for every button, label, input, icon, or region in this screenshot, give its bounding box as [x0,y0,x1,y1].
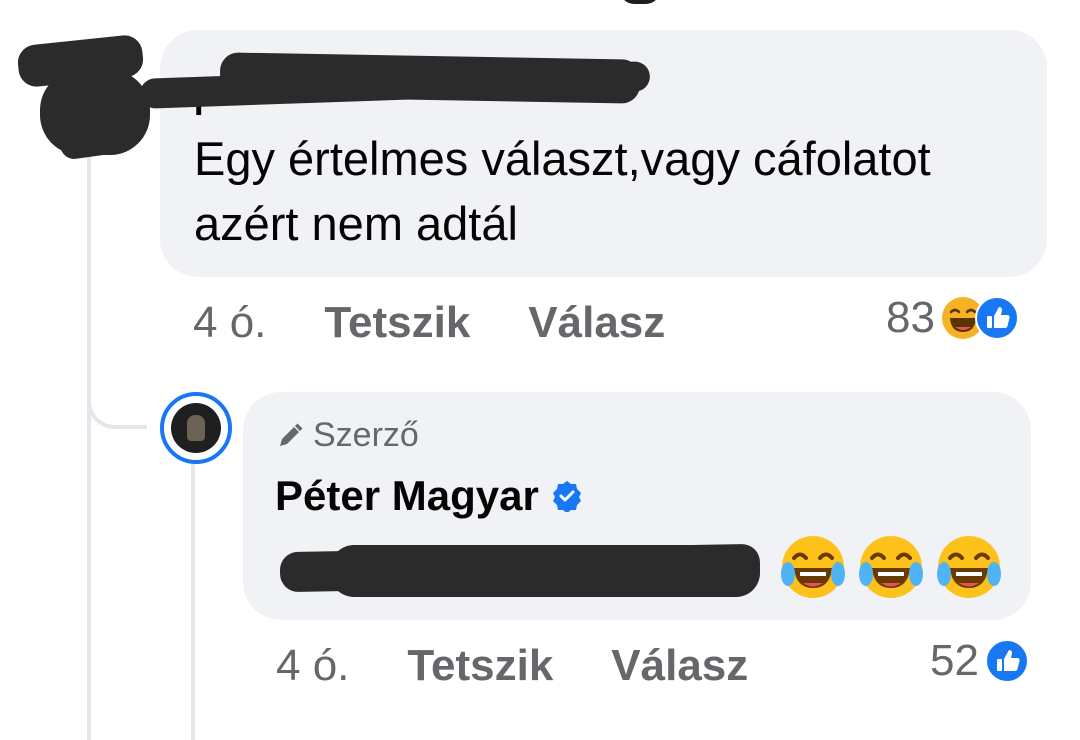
author-name-row: Péter Magyar [275,472,583,520]
reply-button[interactable]: Válasz [611,641,748,691]
like-button[interactable]: Tetszik [407,641,553,691]
tears-of-joy-emoji-icon [937,536,1001,598]
thread-line [87,150,91,740]
reply-actions: 4 ó. Tetszik Válasz [276,641,806,691]
cropped-glyph [620,0,660,4]
reply-thread-line [191,460,195,740]
comment-time[interactable]: 4 ó. [193,298,266,348]
reply-emojis [778,532,1004,602]
avatar[interactable] [160,392,232,464]
redacted-mention [330,545,760,597]
thread-connector [87,380,147,429]
reaction-count: 52 [930,636,979,685]
like-button[interactable]: Tetszik [324,298,470,348]
reply-time[interactable]: 4 ó. [276,641,349,691]
verified-badge-icon [552,481,581,512]
reaction-count: 83 [886,293,935,342]
reaction-summary[interactable]: 83 [886,293,1019,343]
tears-of-joy-emoji-icon [859,536,923,598]
avatar-image [171,403,221,453]
author-badge-label: Szerző [313,416,419,454]
author-name[interactable]: Péter Magyar [275,472,539,520]
reply-button[interactable]: Válasz [528,298,665,348]
tears-of-joy-emoji-icon [781,536,845,598]
author-badge: Szerző [275,416,419,455]
like-reaction-icon [974,296,1019,340]
redacted-name [219,52,641,104]
comment-actions: 4 ó. Tetszik Válasz [193,298,723,348]
like-reaction-icon [984,639,1029,683]
reaction-summary[interactable]: 52 [930,636,1029,686]
comment-text: Egy értelmes választ,vagy cáfolatot azér… [194,132,931,250]
pencil-icon [280,423,303,446]
